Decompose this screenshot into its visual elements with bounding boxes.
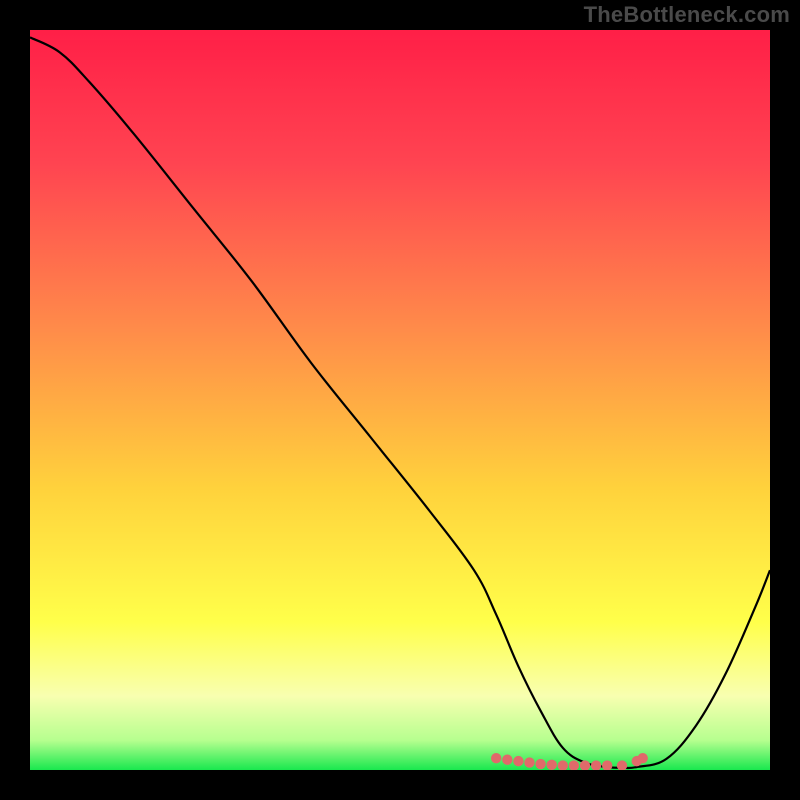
marker-dot [502, 754, 512, 764]
marker-dot [513, 756, 523, 766]
plot-area [30, 30, 770, 770]
marker-dot [535, 759, 545, 769]
marker-dot [524, 757, 534, 767]
watermark-text: TheBottleneck.com [584, 2, 790, 28]
marker-dot [491, 753, 501, 763]
marker-dot [547, 760, 557, 770]
chart-svg [30, 30, 770, 770]
marker-dot [638, 753, 648, 763]
chart-frame: TheBottleneck.com [0, 0, 800, 800]
